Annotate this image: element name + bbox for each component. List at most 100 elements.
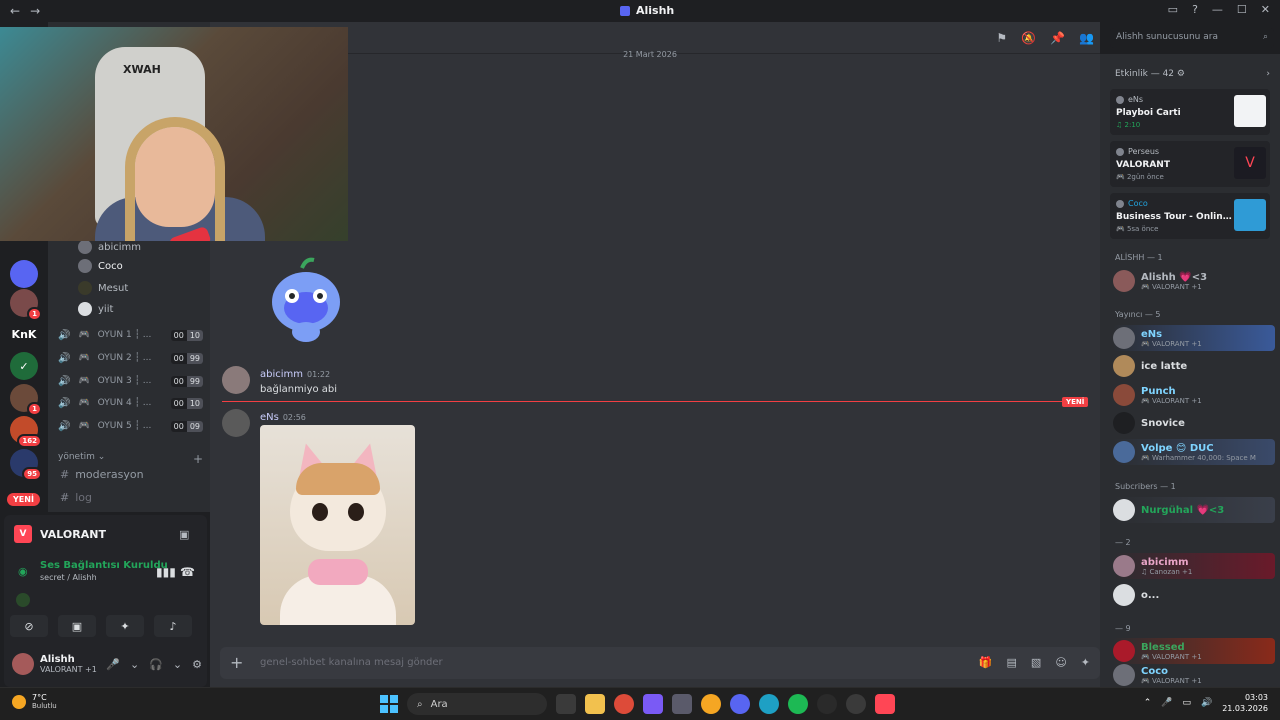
activity-header[interactable]: Etkinlik — 42 ⚙ › [1115, 69, 1270, 79]
edge-icon[interactable] [759, 694, 779, 714]
help-icon[interactable]: ? [1192, 3, 1198, 16]
threads-icon[interactable]: ⚑ [996, 31, 1007, 45]
chevron-down-icon[interactable]: ⌄ [173, 658, 182, 671]
member-item[interactable]: abicimm ♫ Canozan +1 [1113, 553, 1275, 579]
voice-channel[interactable]: 🔊 🎮 OYUN 4 ┆ ... 00 10 [58, 395, 203, 411]
connection-status[interactable]: Ses Bağlantısı Kuruldu [40, 560, 168, 571]
close-icon[interactable]: ✕ [1261, 3, 1270, 16]
voice-location[interactable]: secret / Alishh [40, 573, 97, 582]
voice-member[interactable]: yiit [78, 302, 113, 316]
chevron-right-icon[interactable]: › [1266, 69, 1270, 79]
activity-card[interactable]: eNs Playboi Carti ♫ 2:10 [1110, 89, 1270, 135]
server-icon-4[interactable]: 95 [10, 449, 42, 481]
member-item[interactable]: Snovice [1113, 410, 1275, 436]
notifications-icon[interactable]: 🔕 [1021, 31, 1036, 45]
server-icon-knk[interactable]: KnK [10, 320, 38, 348]
member-item[interactable]: Punch 🎮 VALORANT +1 [1113, 382, 1275, 408]
screen-share-icon[interactable]: ▣ [179, 528, 189, 541]
member-item[interactable]: Nurgühal 💗<3 [1113, 497, 1275, 523]
cat-image-attachment[interactable] [260, 425, 415, 625]
voice-member[interactable]: Coco [78, 259, 123, 273]
forward-arrow-icon[interactable]: → [30, 4, 40, 18]
copilot-icon[interactable] [643, 694, 663, 714]
voice-member[interactable]: Mesut [78, 281, 128, 295]
activity-meta: ♫ 2:10 [1116, 121, 1141, 129]
gif-icon[interactable]: ▤ [1007, 656, 1017, 669]
member-item[interactable]: eNs 🎮 VALORANT +1 [1113, 325, 1275, 351]
gear-icon[interactable]: ⚙ [192, 658, 202, 671]
inbox-icon[interactable]: ▭ [1168, 3, 1178, 16]
message-author[interactable]: eNs [260, 412, 279, 423]
maximize-icon[interactable]: ☐ [1237, 3, 1247, 16]
spotify-icon[interactable] [788, 694, 808, 714]
game-activity[interactable]: V VALORANT ▣ [14, 525, 189, 543]
clock[interactable]: 03:03 21.03.2026 [1222, 692, 1268, 714]
taskbar-search[interactable]: ⌕ Ara [407, 693, 547, 715]
store-icon[interactable] [672, 694, 692, 714]
sticker-icon[interactable]: ▧ [1031, 656, 1041, 669]
xbox-icon[interactable] [817, 694, 837, 714]
discord-icon[interactable] [730, 694, 750, 714]
attach-plus-icon[interactable]: + [230, 653, 243, 672]
soundboard-button[interactable]: ♪ [154, 615, 192, 637]
member-item[interactable]: o... [1113, 582, 1275, 608]
volume-icon[interactable]: 🔊 [1201, 698, 1212, 708]
chrome-icon[interactable] [614, 694, 634, 714]
windows-start-icon[interactable] [380, 695, 398, 713]
server-icon-0[interactable] [10, 260, 38, 288]
microphone-icon[interactable]: 🎤 [106, 658, 120, 671]
activity-card[interactable]: Coco Business Tour - Online Mul... 🎮 5sa… [1110, 193, 1270, 239]
avatar[interactable] [12, 653, 34, 675]
member-item[interactable]: Coco 🎮 VALORANT +1 [1113, 664, 1275, 686]
server-icon-3[interactable]: 162 [10, 416, 42, 448]
message[interactable]: abicimm 01:22 bağlanmiyo abi [222, 366, 337, 395]
app-icon[interactable] [701, 694, 721, 714]
voice-channel[interactable]: 🔊 🎮 OYUN 3 ┆ ... 00 99 [58, 373, 203, 389]
voice-channel[interactable]: 🔊 🎮 OYUN 1 ┆ ... 00 10 [58, 327, 203, 343]
valorant-taskbar-icon[interactable] [875, 694, 895, 714]
category-header[interactable]: yönetim ⌄ + [58, 452, 203, 466]
file-explorer-icon[interactable] [585, 694, 605, 714]
member-item[interactable]: Alishh 💗<3 🎮 VALORANT +1 [1113, 268, 1275, 294]
voice-channel[interactable]: 🔊 🎮 OYUN 5 ┆ ... 00 09 [58, 418, 203, 434]
minimize-icon[interactable]: — [1212, 3, 1223, 16]
screen-share-button[interactable]: ▣ [58, 615, 96, 637]
chevron-up-icon[interactable]: ⌃ [1144, 698, 1152, 708]
server-icon-2[interactable]: 1 [10, 384, 42, 416]
text-channel[interactable]: # log [60, 491, 92, 504]
obs-icon[interactable] [846, 694, 866, 714]
apps-icon[interactable]: ✦ [1081, 656, 1090, 669]
valorant-server-icon[interactable]: ✓ [10, 352, 38, 380]
member-item[interactable]: ice latte [1113, 353, 1275, 379]
chevron-down-icon[interactable]: ⌄ [130, 658, 139, 671]
member-list-icon[interactable]: 👥 [1079, 31, 1094, 45]
add-channel-icon[interactable]: + [193, 452, 203, 466]
voice-member[interactable]: abicimm [78, 240, 141, 254]
disconnect-icon[interactable]: ☎ [180, 565, 195, 579]
activity-card[interactable]: Perseus VALORANT 🎮 2gün önce V [1110, 141, 1270, 187]
server-icon-1[interactable]: 1 [10, 289, 42, 321]
avatar[interactable] [222, 409, 250, 437]
emoji-icon[interactable]: ☺ [1055, 656, 1066, 669]
activities-button[interactable]: ✦ [106, 615, 144, 637]
voice-channel[interactable]: 🔊 🎮 OYUN 2 ┆ ... 00 99 [58, 350, 203, 366]
noise-suppression-icon[interactable]: ▮▮▮ [156, 565, 176, 579]
user-info[interactable]: Alishh VALORANT +1 [40, 654, 97, 674]
weather-widget[interactable]: 7°C Bulutlu [12, 693, 57, 710]
text-channel[interactable]: # moderasyon [60, 468, 144, 481]
back-arrow-icon[interactable]: ← [10, 4, 20, 18]
message-input[interactable]: genel-sohbet kanalına mesaj gönder [260, 657, 443, 668]
member-item[interactable]: Blessed 🎮 VALORANT +1 [1113, 638, 1275, 664]
network-icon[interactable]: ▭ [1182, 698, 1191, 708]
member-item[interactable]: Volpe 😊 DUC 🎮 Warhammer 40,000: Space M [1113, 439, 1275, 465]
pin-icon[interactable]: 📌 [1050, 31, 1065, 45]
headphones-icon[interactable]: 🎧 [149, 658, 163, 671]
avatar[interactable] [222, 366, 250, 394]
gift-icon[interactable]: 🎁 [979, 656, 993, 669]
task-view-icon[interactable] [556, 694, 576, 714]
new-messages-pill[interactable]: YENİ [7, 493, 40, 506]
message-author[interactable]: abicimm [260, 369, 303, 380]
camera-off-button[interactable]: ⊘ [10, 615, 48, 637]
search-input[interactable]: Alishh sunucusunu ara ⌕ [1110, 28, 1274, 48]
microphone-icon[interactable]: 🎤 [1161, 698, 1172, 708]
